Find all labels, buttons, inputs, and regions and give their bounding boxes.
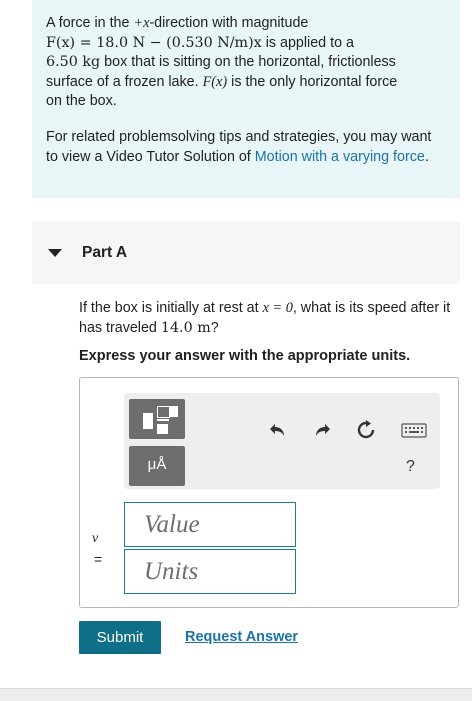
math-expression: x = 0 [262,300,293,316]
force-equation: F(x) = 18.0 N − (0.530 N/m)x [46,34,262,51]
submit-button[interactable]: Submit [79,621,161,654]
tips-text-part: . [424,148,429,165]
units-symbol: μÅ [147,456,167,473]
question-text-part: ? [210,320,219,336]
keyboard-icon[interactable] [401,420,427,440]
answer-instruction: Express your answer with the appropriate… [79,348,411,364]
units-icon[interactable]: μÅ [129,446,185,486]
reset-icon[interactable] [356,420,376,440]
distance-value: 14.0 m [160,320,211,336]
math-toolbar: μÅ ? [124,393,440,489]
part-a-header[interactable]: Part A [32,222,460,284]
problem-text-part: is applied to a [261,34,354,51]
caret-down-icon[interactable] [48,249,62,257]
tips-text: For related problemsolving tips and stra… [46,128,444,167]
math-expression: F(x) [202,73,228,90]
template-icon[interactable] [129,399,185,439]
footer-divider [0,688,472,701]
mass-value: 6.50 kg [46,54,101,71]
redo-icon[interactable] [312,420,332,440]
problem-text-part: A force in the [46,15,134,31]
problem-text-part: -direction with magnitude [149,15,309,31]
math-expression: +x [133,15,150,31]
answer-variable: v [92,531,99,546]
undo-icon[interactable] [268,420,288,440]
question-text-part: If the box is initially at rest at [79,300,263,316]
problem-text-part: surface of a frozen lake. [46,73,203,90]
request-answer-link[interactable]: Request Answer [185,629,298,645]
question-text: If the box is initially at rest at x = 0… [79,298,455,338]
help-icon[interactable]: ? [406,458,415,476]
problem-statement: A force in the +x-direction with magnitu… [32,0,460,198]
problem-text-part: is the only horizontal force [227,73,398,90]
problem-text-part: box that is sitting on the horizontal, f… [100,54,396,71]
part-title: Part A [82,244,128,261]
video-tutor-link[interactable]: Motion with a varying force [255,149,425,165]
problem-text: A force in the +x-direction with magnitu… [46,14,444,112]
problem-text-part: on the box. [46,93,117,110]
value-input[interactable]: Value [124,502,296,547]
answer-panel: μÅ ? v = Value Units [79,377,459,608]
equals-sign: = [94,551,103,567]
units-input[interactable]: Units [124,549,296,594]
